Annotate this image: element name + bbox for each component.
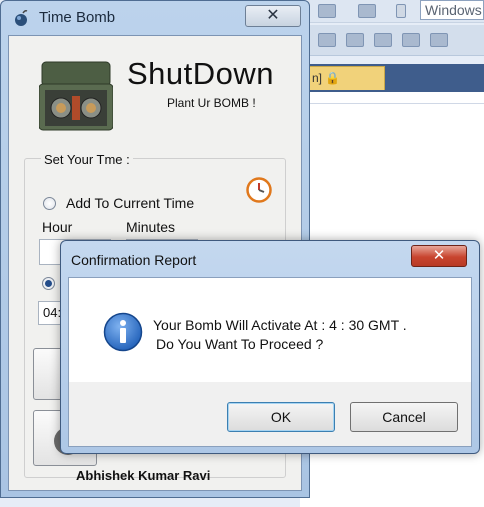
- clock-icon[interactable]: [246, 177, 272, 203]
- add-to-current-radio[interactable]: [43, 197, 56, 210]
- toolbar-icon[interactable]: [346, 33, 364, 47]
- ide-tab-active[interactable]: n] 🔒: [305, 66, 385, 90]
- dialog-message-line2: Do You Want To Proceed ?: [156, 336, 324, 352]
- ide-editor-divider: [300, 103, 484, 104]
- toolbar-icon[interactable]: [358, 4, 376, 18]
- confirmation-dialog: Confirmation Report ✕ Your Bomb Will Act…: [60, 240, 480, 454]
- cancel-button[interactable]: Cancel: [350, 402, 458, 432]
- toolbar-icon[interactable]: [430, 33, 448, 47]
- info-icon: [103, 312, 143, 352]
- dialog-title: Confirmation Report: [71, 252, 197, 268]
- toolbar-icon[interactable]: [318, 4, 336, 18]
- toolbar-icon[interactable]: [374, 33, 392, 47]
- dialog-client: Your Bomb Will Activate At : 4 : 30 GMT …: [68, 277, 472, 447]
- ok-button[interactable]: OK: [227, 402, 335, 432]
- app-title: ShutDown: [127, 56, 275, 91]
- ide-tab-label: n] 🔒: [312, 71, 341, 85]
- set-time-group-label: Set Your Tme :: [41, 152, 133, 167]
- add-to-current-label: Add To Current Time: [66, 195, 195, 211]
- time-bomb-titlebar[interactable]: Time Bomb ✕: [1, 1, 309, 35]
- author-credit: Abhishek Kumar Ravi: [76, 468, 211, 483]
- time-bomb-close-button[interactable]: ✕: [245, 5, 301, 27]
- toolbar-icon[interactable]: [318, 33, 336, 47]
- time-bomb-title: Time Bomb: [39, 9, 116, 26]
- bomb-box-image: [39, 61, 113, 131]
- bomb-app-icon: [15, 10, 28, 26]
- dialog-close-button[interactable]: ✕: [411, 245, 467, 267]
- play-icon[interactable]: [396, 4, 406, 18]
- dialog-message-area: Your Bomb Will Activate At : 4 : 30 GMT …: [69, 278, 471, 382]
- minutes-label: Minutes: [126, 219, 176, 235]
- specific-time-radio[interactable]: [42, 277, 55, 290]
- toolbar-icon[interactable]: [402, 33, 420, 47]
- ide-search-box[interactable]: Windows: [420, 0, 484, 20]
- dialog-message-line1: Your Bomb Will Activate At : 4 : 30 GMT …: [153, 317, 407, 333]
- app-subtitle: Plant Ur BOMB !: [167, 96, 256, 110]
- hour-label: Hour: [42, 219, 73, 235]
